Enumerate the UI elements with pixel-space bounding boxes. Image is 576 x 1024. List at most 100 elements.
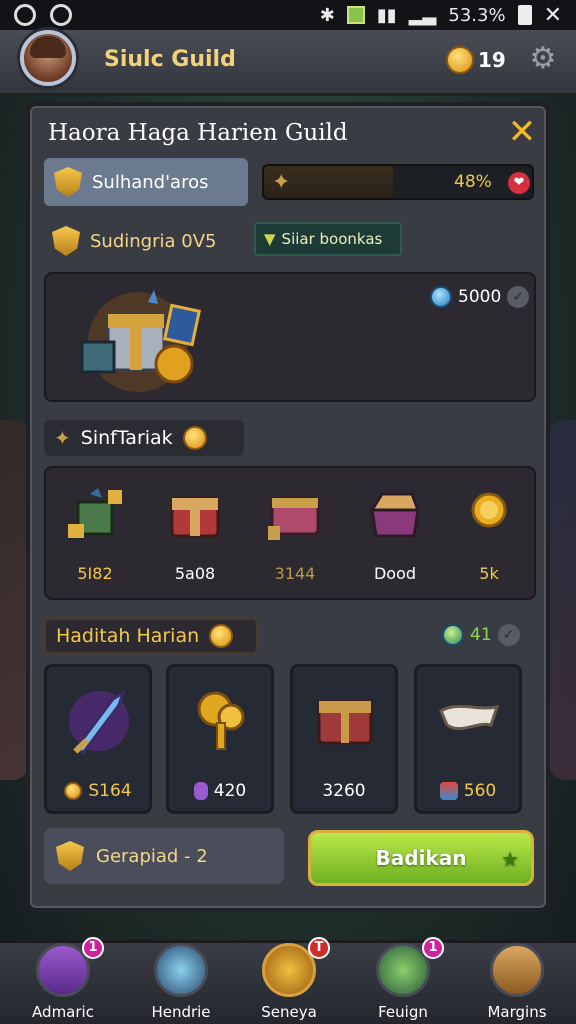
check-icon: ✓ (507, 286, 530, 308)
daily-reward-tab[interactable]: Haditah Harian (44, 618, 258, 654)
shop-item-label: 3144 (274, 564, 316, 583)
battery-icon (517, 5, 532, 25)
signal-icon: ▮▮ (376, 4, 397, 26)
daily-count: 41 ✓ (442, 624, 520, 646)
daily-card-value: 560 (417, 781, 519, 801)
shop-item-label: 5k (479, 564, 499, 583)
coin-currency-icon (64, 782, 83, 800)
daily-card[interactable]: S164 (44, 664, 152, 814)
wooden-crate-icon (490, 943, 544, 997)
background-scenery-right (548, 420, 576, 780)
notification-badge: T (308, 937, 330, 959)
star-icon: ✦ (272, 170, 291, 195)
gem-block-icon (68, 488, 122, 538)
daily-value: 420 (213, 781, 247, 801)
nav-label: Admaric (32, 1003, 94, 1021)
shop-items-row: 5I82 5a08 3144 Dood 5k (44, 466, 536, 600)
coin-icon (471, 492, 507, 528)
daily-card[interactable]: 420 (166, 664, 274, 814)
nav-label: Hendrie (151, 1003, 211, 1021)
shop-item-label: Dood (373, 564, 417, 583)
status-bar: ✱ ▮▮ ▂▃ 53.3% ✕ (0, 0, 576, 30)
battery-percent: 53.3% (448, 4, 506, 26)
star-icon: ★ (501, 847, 519, 871)
nav-item-hendrie[interactable]: Hendrie (126, 943, 236, 1024)
shop-item[interactable]: 5a08 (150, 468, 240, 598)
claim-button[interactable]: Badikan ★ (308, 830, 534, 886)
nav-item-admaric[interactable]: 1 Admaric (8, 937, 118, 1024)
shop-item[interactable]: 5k (444, 468, 534, 598)
daily-value: S164 (88, 781, 132, 801)
coin-count: 19 (478, 48, 506, 72)
white-scarf-icon (439, 704, 500, 731)
gem-icon (430, 286, 452, 308)
coin-icon (182, 426, 207, 450)
guild-name: Siulc Guild (104, 47, 236, 72)
shop-item-label: 5a08 (174, 564, 216, 583)
wifi-icon: ▂▃ (408, 4, 437, 26)
daily-value: 560 (463, 781, 497, 801)
close-icon[interactable]: ✕ (504, 114, 540, 150)
notification-badge: 1 (82, 937, 104, 959)
check-icon: ✓ (497, 624, 520, 646)
guild-panel: Haora Haga Harien Guild ✕ Sulhand'aros ✦… (26, 102, 550, 912)
daily-card-value: 420 (169, 781, 271, 801)
notification-icon (14, 4, 36, 26)
bottom-nav: 1 Admaric Hendrie T Seneya 1 Feuign Marg… (0, 937, 576, 1024)
bluetooth-icon: ✱ (319, 4, 335, 26)
daily-card-value: 3260 (293, 781, 395, 801)
rank-badge[interactable]: Sulhand'aros (44, 158, 248, 206)
chest-price-value: 5000 (458, 287, 502, 307)
level-label-text: Sudingria 0V5 (90, 230, 217, 252)
compass-star-icon: ✦ (54, 426, 71, 450)
daily-count-value: 41 (470, 625, 492, 645)
level-label: Sudingria 0V5 (52, 226, 216, 256)
close-app-icon[interactable]: ✕ (544, 3, 562, 28)
daily-card[interactable]: 560 (414, 664, 522, 814)
nav-item-feuign[interactable]: 1 Feuign (348, 937, 458, 1024)
bookmarks-button-label: Siiar boonkas (281, 230, 383, 248)
shop-item[interactable]: 3144 (250, 468, 340, 598)
nav-item-margins[interactable]: Margins (462, 943, 572, 1024)
tier-badge-label: Gerapiad - 2 (96, 845, 208, 867)
daily-card[interactable]: 3260 (290, 664, 398, 814)
shop-item[interactable]: Dood (350, 468, 440, 598)
nav-item-seneya[interactable]: T Seneya (234, 937, 344, 1024)
open-chest-icon (369, 492, 421, 538)
panel-title: Haora Haga Harien Guild (48, 120, 348, 146)
claim-button-label: Badikan (375, 846, 467, 870)
shield-icon (56, 841, 84, 871)
glowing-sword-icon (69, 689, 129, 756)
treasure-box-icon (80, 290, 202, 392)
shield-icon (52, 226, 80, 256)
top-bar: Siulc Guild 19 ⚙ (0, 30, 576, 96)
shop-tab[interactable]: ✦ SinfTariak (44, 420, 244, 456)
sim-icon (346, 6, 365, 24)
daily-card-value: S164 (47, 781, 149, 801)
crystal-currency-icon (439, 782, 458, 800)
bookmarks-button[interactable]: ▼ Siiar boonkas (254, 222, 402, 256)
coin-icon (209, 624, 234, 648)
avatar[interactable] (20, 30, 76, 86)
pink-chest-icon (268, 496, 320, 540)
gear-icon[interactable]: ⚙ (528, 44, 558, 74)
shield-icon (54, 167, 82, 197)
guild-progress-bar: ✦ 48% ❤ (262, 164, 534, 200)
notification-badge: 1 (422, 937, 444, 959)
daily-value: 3260 (322, 781, 366, 801)
triangle-icon: ▼ (264, 230, 276, 248)
potion-currency-icon (193, 782, 208, 800)
shop-tab-label: SinfTariak (80, 427, 173, 449)
progress-text: 48% (454, 172, 492, 192)
chest-price: 5000 ✓ (430, 286, 530, 308)
sync-icon (50, 4, 72, 26)
leaf-gem-icon (442, 624, 464, 646)
featured-chest[interactable]: 5000 ✓ (44, 272, 536, 402)
rank-badge-label: Sulhand'aros (92, 171, 209, 193)
tier-badge: Gerapiad - 2 (44, 828, 284, 884)
red-chest-icon (170, 496, 220, 538)
shop-item[interactable]: 5I82 (50, 468, 140, 598)
golden-key-icon (197, 691, 245, 750)
coin-icon (446, 46, 474, 74)
nav-label: Feuign (378, 1003, 428, 1021)
